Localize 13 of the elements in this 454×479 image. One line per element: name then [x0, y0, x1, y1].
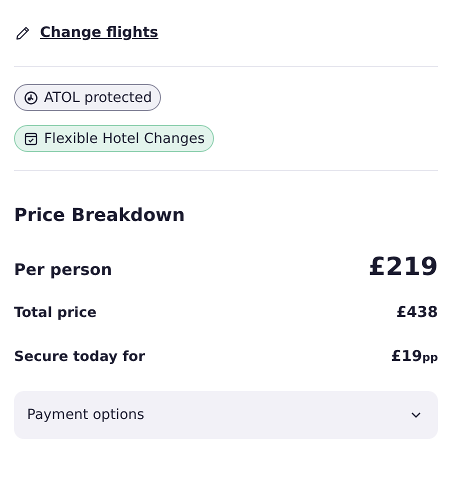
price-label: Per person: [14, 260, 112, 279]
payment-options-dropdown[interactable]: Payment options: [14, 391, 438, 439]
price-value: £438: [396, 303, 438, 321]
price-value: £19pp: [390, 347, 438, 365]
price-value: £219: [368, 252, 438, 281]
section-title: Price Breakdown: [14, 205, 186, 226]
feature-badge: Flexible Hotel Changes: [14, 125, 214, 152]
change-flights-link[interactable]: Change flights: [40, 25, 158, 41]
calendar-check-icon: [24, 132, 38, 146]
price-label: Total price: [14, 305, 97, 321]
pencil-icon: [15, 25, 31, 41]
price-label: Secure today for: [14, 349, 146, 365]
feature-badge: ATOL protected: [14, 84, 162, 111]
